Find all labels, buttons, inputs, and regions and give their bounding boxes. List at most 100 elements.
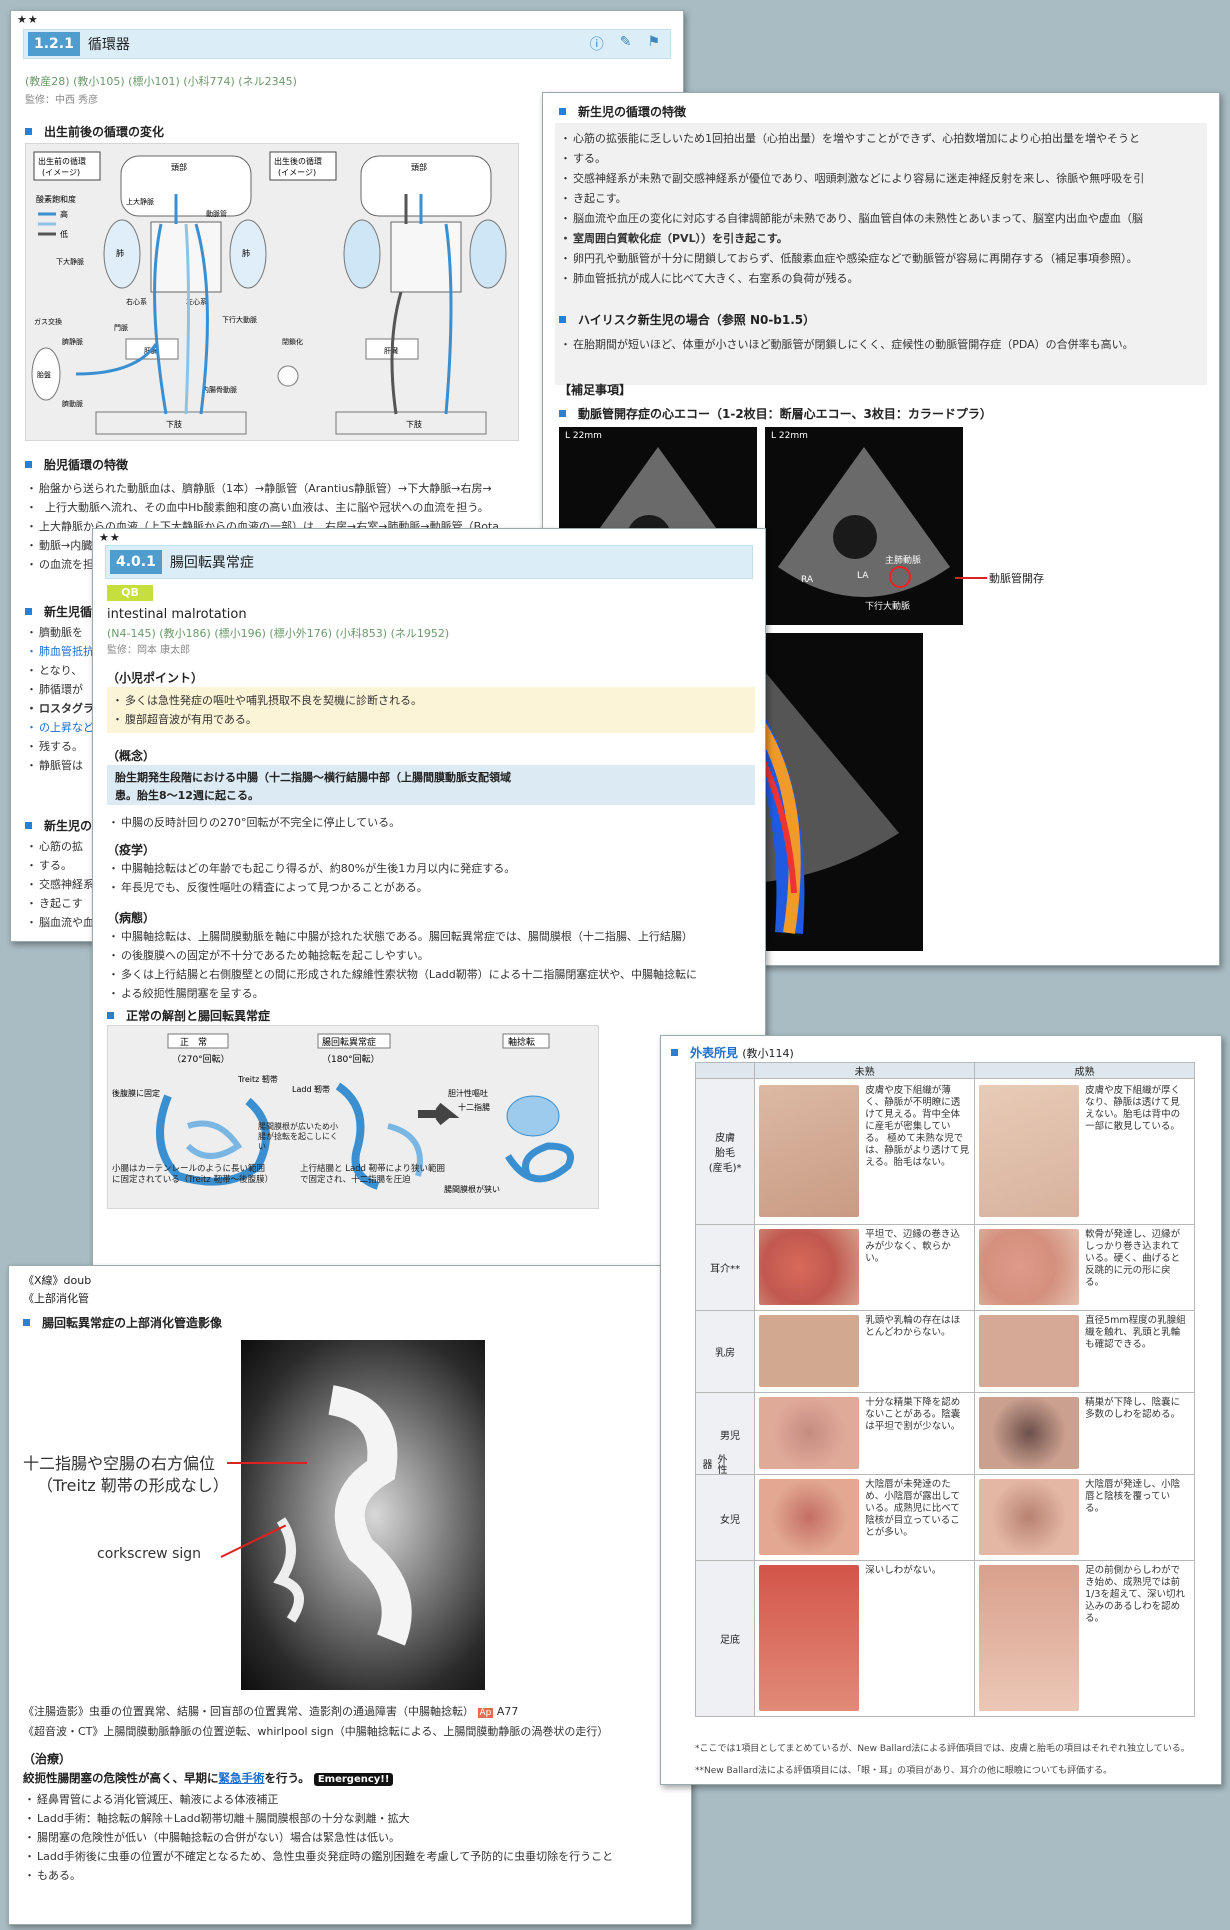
list-item: 肺循環が: [26, 680, 99, 699]
fragment-list: 臍動脈を 肺血管抵抗 となり、 肺循環が ロスタグラ の上昇など 残する。 静脈…: [26, 623, 99, 775]
ear-immature-photo: [759, 1229, 860, 1305]
lung-right: 肺: [242, 249, 250, 258]
normal-note: 小腸はカーテンレールのように長い範囲に固定されている（Treitz 靭帯～後腹膜…: [112, 1164, 274, 1185]
list-item: する。: [26, 856, 99, 875]
row-sublabel: 女児: [720, 1515, 740, 1526]
list-item: き起こす: [26, 894, 99, 913]
female-immature-photo: [759, 1479, 860, 1555]
section-heading: 胎児循環の特徴: [25, 456, 128, 473]
concept-line: 胎生期発生段階における中腸（十二指腸～横行結腸中部（上腸間膜動脈支配領域: [115, 771, 511, 784]
cell-desc: 大陰唇が発達し、小陰唇と陰核を覆っている。: [1085, 1479, 1181, 1514]
list-item: 中腸軸捻転は、上腸間膜動脈を軸に中腸が捻れた状態である。腸回転異常症では、腸間膜…: [108, 927, 756, 946]
svc-label: 上大静脈: [126, 197, 154, 206]
list-item: 残する。: [26, 737, 99, 756]
iliac-label: 内腸骨動脈: [202, 385, 237, 394]
head-label: 頭部: [171, 162, 187, 172]
mesentery-note: 腸間膜根が広いため小腸が捻転を起こしにくい: [258, 1122, 338, 1151]
placenta-label: 胎盤: [37, 370, 51, 379]
list-item: 中腸の反時計回りの270°回転が不完全に停止している。: [108, 813, 751, 832]
immature-cell: 大陰唇が未発達のため、小陰唇が露出している。成熟児に比べて陰核が目立っていること…: [754, 1474, 976, 1561]
xray-fragment: 《X線》doub: [23, 1274, 92, 1287]
portal-label: 門脈: [114, 323, 128, 332]
concept-title: （概念）: [107, 749, 156, 763]
section-heading: 外表所見 (教小114): [671, 1044, 794, 1061]
o2-legend: 酸素飽和度: [36, 194, 76, 204]
skin-mature-photo: [979, 1085, 1080, 1217]
skin-immature-photo: [759, 1085, 860, 1217]
lower-label: 下肢: [166, 419, 182, 429]
high-risk-list: 在胎期間が短いほど、体重が小さいほど動脈管が閉鎖しにくく、症候性の動脈管開存症（…: [560, 335, 1203, 354]
table-row: 皮膚 胎毛 (産毛)* 皮膚や皮下組織が薄く、静脈が不明瞭に透けて見える。背中全…: [694, 1078, 1195, 1225]
diagram-label-after-sub: (イメージ): [278, 168, 316, 177]
circulation-diagram: 出生前の循環 (イメージ) 出生後の循環 (イメージ) 酸素飽和度 高 低 頭部…: [25, 143, 519, 441]
emergency-badge: Emergency!!: [313, 1773, 394, 1786]
list-item: 心筋の拡張能に乏しいため1回拍出量（心拍出量）を増やすことができず、心拍数増加に…: [560, 129, 1203, 149]
pda-annotation: 動脈管開存: [989, 572, 1044, 585]
gas-label: ガス交換: [34, 317, 62, 326]
point-title: （小児ポイント）: [107, 671, 204, 685]
genital-label: 外性器: [700, 1453, 726, 1474]
immature-cell: 平坦で、辺縁の巻き込みが少なく、軟らかい。: [754, 1224, 976, 1311]
breast-mature-photo: [979, 1315, 1080, 1387]
xray-label-1a: 十二指腸や空腸の右方偏位: [23, 1454, 216, 1473]
features-list: 心筋の拡張能に乏しいため1回拍出量（心拍出量）を増やすことができず、心拍数増加に…: [560, 129, 1203, 289]
table-row: 女児 大陰唇が未発達のため、小陰唇が露出している。成熟児に比べて陰核が目立ってい…: [694, 1474, 1195, 1561]
duod-label: 十二指腸: [458, 1102, 490, 1112]
abn-label: 腸回転異常症: [322, 1036, 376, 1048]
umba-label: 臍動脈: [62, 399, 83, 408]
immature-cell: 皮膚や皮下組織が薄く、静脈が不明瞭に透けて見える。背中全体に産毛が密集している。…: [754, 1078, 976, 1225]
list-item: 静脈管は: [26, 756, 99, 775]
emergency-surgery-link[interactable]: 緊急手術: [219, 1771, 265, 1785]
normal-sub: （270°回転）: [172, 1054, 230, 1065]
row-label: 乳房: [694, 1310, 756, 1393]
info-icon[interactable]: ⓘ: [590, 34, 604, 54]
epi-title: （疫学）: [107, 843, 156, 857]
retro-label: 後腹膜に固定: [112, 1088, 160, 1098]
list-item: 経鼻胃管による消化管減圧、輸液による体液補正: [24, 1790, 687, 1809]
echo-image-2: L 22mm 主肺動脈 RA LA 下行大動脈: [765, 427, 963, 625]
breast-immature-photo: [759, 1315, 860, 1387]
abn-note: 上行結腸と Ladd 靭帯により狭い範囲で固定され、十二指腸を圧迫: [300, 1164, 445, 1185]
cell-desc: 皮膚や皮下組織が厚くなり、静脈は透けて見えない。胎毛は背中の一部に散見している。: [1085, 1085, 1181, 1132]
edit-note-icon[interactable]: ✎: [620, 34, 632, 54]
card-external-findings: 外表所見 (教小114) 未熟 成熟 皮膚 胎毛 (産毛)* 皮膚や皮下組織が薄…: [660, 1035, 1222, 1785]
fragment-list: 心筋の拡 する。 交感神経系 き起こす 脳血流や血: [26, 837, 99, 932]
app-icon[interactable]: Ap: [477, 1708, 494, 1718]
importance-stars: ★★: [17, 13, 39, 26]
normal-label: 正 常: [180, 1036, 207, 1048]
findings-table: 未熟 成熟 皮膚 胎毛 (産毛)* 皮膚や皮下組織が薄く、静脈が不明瞭に透けて見…: [694, 1062, 1195, 1717]
bookmark-icon[interactable]: ⚑: [647, 34, 660, 54]
section-number: 4.0.1: [110, 550, 162, 574]
treat-list: 経鼻胃管による消化管減圧、輸液による体液補正 Ladd手術：軸捻転の解除＋Lad…: [24, 1790, 687, 1885]
list-item: き起こす。: [560, 189, 1203, 209]
section-heading: 腸回転異常症の上部消化管造影像: [23, 1314, 222, 1331]
list-item: 腸閉塞の危険性が低い（中腸軸捻転の合併がない）場合は緊急性は低い。: [24, 1828, 687, 1847]
path-title: （病態）: [107, 911, 156, 925]
sole-immature-photo: [759, 1565, 860, 1711]
a77-link[interactable]: A77: [497, 1705, 519, 1718]
list-item: 肺血管抵抗が成人に比べて大きく、右室系の負荷が残る。: [560, 269, 1203, 289]
ugi-xray-image: [241, 1340, 485, 1690]
list-item: 多くは急性発症の嘔吐や哺乳摂取不良を契機に診断される。: [112, 691, 745, 710]
row-label: 外性器 男児: [694, 1392, 756, 1475]
list-item: 卵円孔や動脈管が十分に閉鎖しておらず、低酸素血症や感染症などで動脈管が容易に再開…: [560, 249, 1203, 269]
cell-desc: 乳頭や乳輪の存在はほとんどわからない。: [865, 1315, 961, 1338]
section-title: 腸回転異常症: [169, 555, 254, 571]
section-heading: 新生児の循環の特徴: [559, 103, 686, 120]
enema-line: 《注腸造影》虫垂の位置異常、結腸・回盲部の位置異常、造影剤の通過障害（中腸軸捻転…: [23, 1703, 518, 1719]
qb-badge[interactable]: QB: [107, 585, 153, 601]
english-name: intestinal malrotation: [107, 607, 247, 622]
table-row: 耳介** 平坦で、辺縁の巻き込みが少なく、軟らかい。 軟骨が発達し、辺縁がしっか…: [694, 1224, 1195, 1311]
narrow-label: 腸間膜根が狭い: [444, 1184, 500, 1194]
lung-left: 肺: [116, 249, 124, 258]
xray-label-2: corkscrew sign: [97, 1546, 202, 1562]
epi-list: 中腸軸捻転はどの年齢でも起こり得るが、約80%が生後1カ月以内に発症する。 年長…: [108, 859, 751, 897]
umbv-label: 臍静脈: [62, 337, 83, 346]
section-heading: 動脈管開存症の心エコー（1-2枚目：断層心エコー、3枚目：カラードプラ）: [559, 405, 992, 422]
treat-title: （治療）: [23, 1752, 72, 1766]
footnote-1: *ここでは1項目としてまとめているが、New Ballard法による評価項目では…: [695, 1744, 1190, 1754]
section-header: 1.2.1 循環器 ⓘ ✎ ⚑: [23, 29, 671, 59]
cell-desc: 直径5mm程度の乳腺組織を触れ、乳頭と乳輪も確認できる。: [1085, 1315, 1186, 1350]
col-mature: 成熟: [974, 1062, 1195, 1079]
concept-box: 胎生期発生段階における中腸（十二指腸～横行結腸中部（上腸間膜動脈支配領域 患。胎…: [107, 765, 755, 805]
